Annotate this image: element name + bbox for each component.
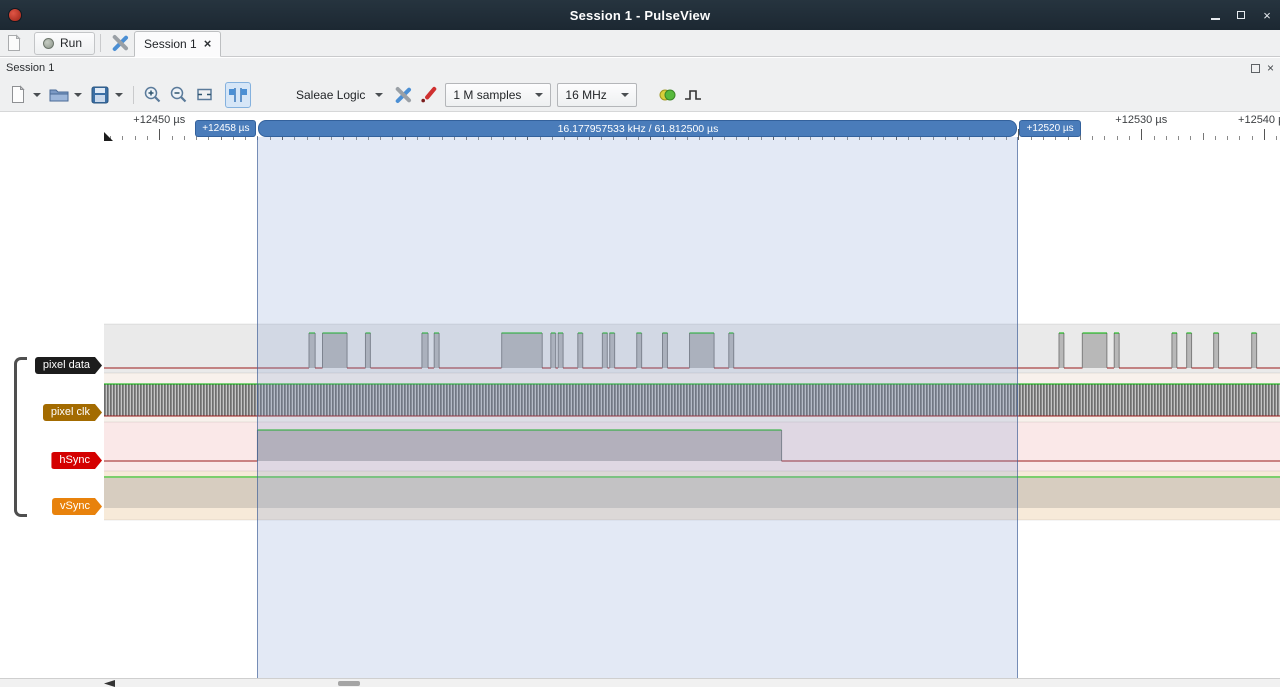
sample-rate-combobox[interactable]: 16 MHz xyxy=(557,83,636,107)
run-state-icon xyxy=(43,38,54,49)
pulseview-app-icon xyxy=(8,8,22,22)
dock-float-icon[interactable] xyxy=(1251,64,1260,73)
cursor-measurement-bar[interactable]: 16.177957533 kHz / 61.812500 µs xyxy=(258,120,1017,137)
zoom-out-button[interactable] xyxy=(165,82,191,108)
chevron-down-icon xyxy=(33,93,41,97)
scrollbar-handle[interactable] xyxy=(338,681,360,686)
restore-icon xyxy=(1237,11,1245,19)
save-file-button[interactable] xyxy=(87,82,113,108)
run-button-label: Run xyxy=(60,36,82,50)
add-decoder-button[interactable] xyxy=(654,82,680,108)
new-session-button[interactable] xyxy=(2,32,26,55)
ruler-tick xyxy=(1203,133,1204,140)
sample-count-combobox[interactable]: 1 M samples xyxy=(445,83,551,107)
channel-label-column: pixel data pixel clk hSync vSync xyxy=(0,140,104,678)
dock-header: Session 1 × xyxy=(0,58,1280,78)
device-selector[interactable]: Saleae Logic xyxy=(289,83,390,107)
minimize-icon xyxy=(1211,18,1220,20)
minimize-button[interactable] xyxy=(1202,0,1228,30)
sample-count-value: 1 M samples xyxy=(453,88,521,102)
save-disk-icon xyxy=(91,86,109,104)
close-button[interactable]: × xyxy=(1254,0,1280,30)
channel-tag-vsync[interactable]: vSync xyxy=(52,498,102,515)
titlebar: Session 1 - PulseView × xyxy=(0,0,1280,30)
sample-rate-value: 16 MHz xyxy=(565,88,606,102)
chevron-down-icon xyxy=(115,93,123,97)
tab-session-1-label: Session 1 xyxy=(144,37,197,51)
open-file-button[interactable] xyxy=(46,82,72,108)
decoder-icon xyxy=(657,87,677,103)
ruler-label: +12450 µs xyxy=(133,114,185,126)
channels-button[interactable] xyxy=(416,82,442,108)
save-file-dropdown[interactable] xyxy=(113,82,125,108)
window-controls: × xyxy=(1202,0,1280,30)
configure-device-button[interactable] xyxy=(390,82,416,108)
new-page-icon xyxy=(6,34,22,52)
horizontal-scrollbar[interactable] xyxy=(0,678,1280,687)
zoom-out-icon xyxy=(169,85,188,104)
scroll-left-arrow-icon[interactable] xyxy=(104,680,115,687)
open-folder-icon xyxy=(49,87,69,103)
chevron-down-icon xyxy=(375,93,383,97)
cursors-icon xyxy=(228,87,248,103)
zoom-in-button[interactable] xyxy=(139,82,165,108)
show-cursors-toggle[interactable] xyxy=(225,82,251,108)
open-file-dropdown[interactable] xyxy=(72,82,84,108)
run-button[interactable]: Run xyxy=(34,32,95,55)
new-file-icon xyxy=(10,85,26,104)
zoom-fit-icon xyxy=(195,85,214,104)
dock-title: Session 1 xyxy=(0,62,54,74)
ruler-tick xyxy=(1141,129,1142,140)
main-toolbar: Saleae Logic 1 M samples 16 MHz xyxy=(0,78,1280,112)
chevron-down-icon xyxy=(74,93,82,97)
session-bar: Run Session 1 × xyxy=(0,30,1280,57)
cursor-selection-region[interactable] xyxy=(257,137,1018,678)
zoom-fit-button[interactable] xyxy=(191,82,217,108)
probe-icon xyxy=(419,86,439,104)
restore-button[interactable] xyxy=(1228,0,1254,30)
chevron-down-icon xyxy=(535,93,543,97)
zoom-in-icon xyxy=(143,85,162,104)
ruler-label: +12530 µs xyxy=(1115,114,1167,126)
ruler-tick xyxy=(1264,129,1265,140)
separator xyxy=(133,86,134,104)
ruler-label: +12540 µs xyxy=(1238,114,1280,126)
crossed-tools-icon xyxy=(110,34,130,52)
trace-group-bracket[interactable] xyxy=(14,357,27,517)
device-selector-value: Saleae Logic xyxy=(296,88,365,102)
ruler-tick xyxy=(159,129,160,140)
tab-close-icon[interactable]: × xyxy=(204,39,212,49)
settings-button[interactable] xyxy=(108,32,132,55)
separator xyxy=(100,34,101,52)
window-title: Session 1 - PulseView xyxy=(0,8,1280,23)
cursor-left-flag[interactable]: +12458 µs xyxy=(195,120,256,137)
channel-tag-pixel-clk[interactable]: pixel clk xyxy=(43,404,102,421)
new-file-button[interactable] xyxy=(5,82,31,108)
trigger-icon xyxy=(683,87,703,103)
channel-tag-pixel-data[interactable]: pixel data xyxy=(35,357,102,374)
dock-close-icon[interactable]: × xyxy=(1267,64,1274,73)
configure-tools-icon xyxy=(393,86,413,104)
tab-session-1[interactable]: Session 1 × xyxy=(134,31,221,57)
trigger-settings-button[interactable] xyxy=(680,82,706,108)
cursor-right-flag[interactable]: +12520 µs xyxy=(1019,120,1080,137)
chevron-down-icon xyxy=(621,93,629,97)
channel-tag-hsync[interactable]: hSync xyxy=(51,452,102,469)
new-file-dropdown[interactable] xyxy=(31,82,43,108)
